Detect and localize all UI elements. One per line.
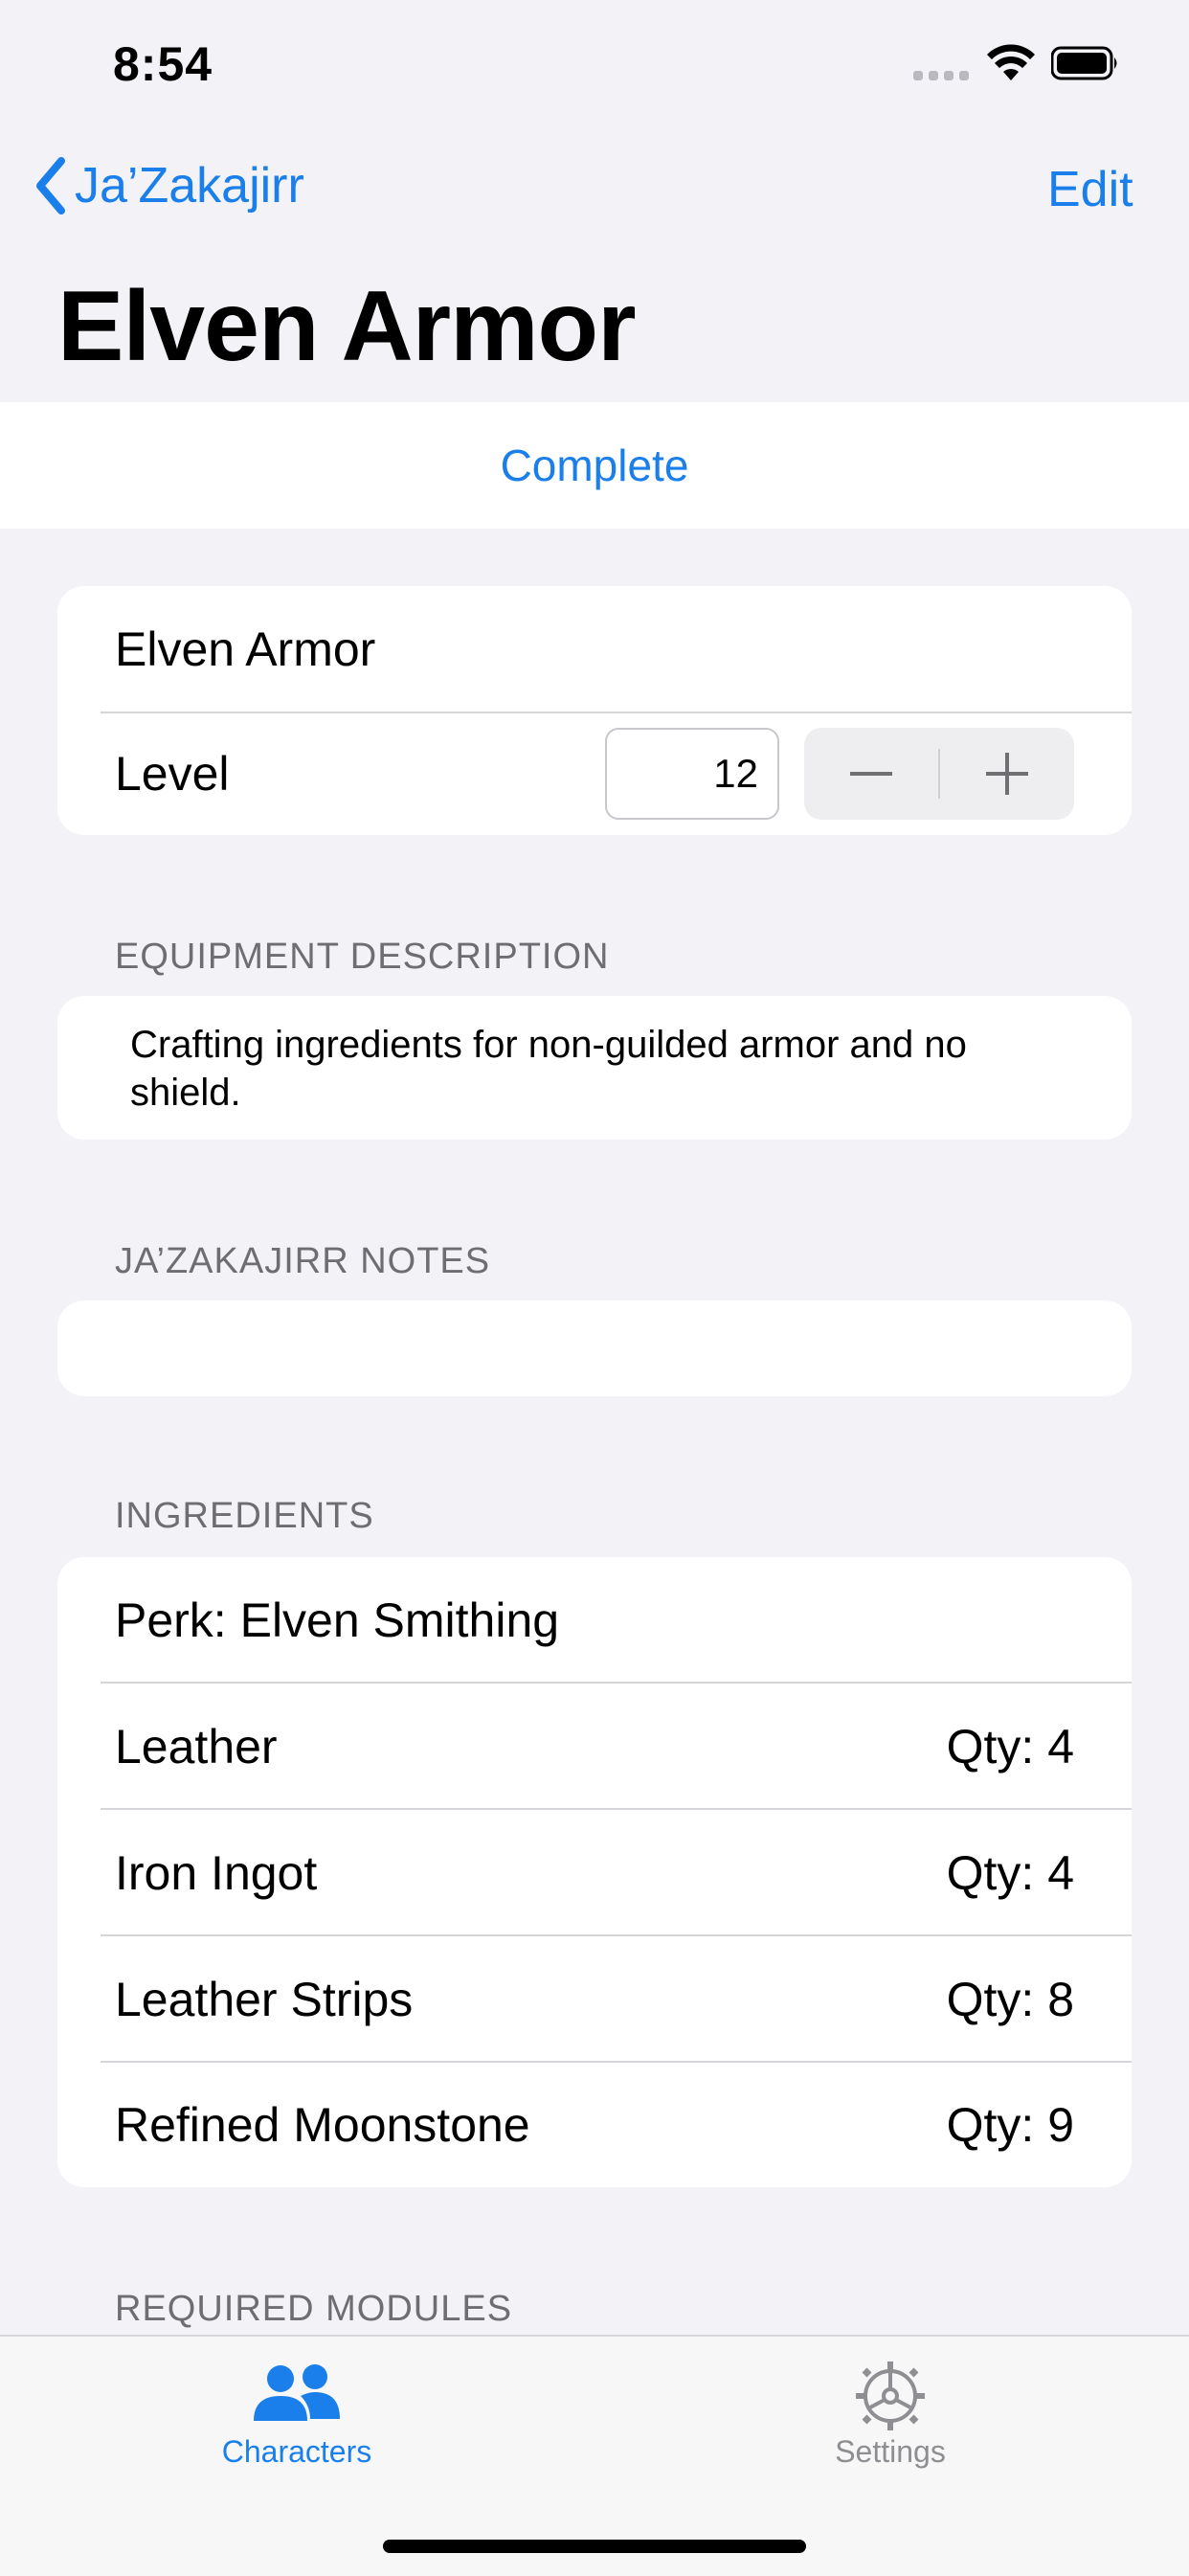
perk-row: Perk: Elven Smithing [115,1557,1132,1683]
complete-button-label: Complete [500,441,689,490]
wifi-icon [987,44,1035,80]
back-button[interactable]: Ja’Zakajirr [34,157,304,215]
tab-label: Settings [835,2434,946,2469]
list-item: Refined Moonstone Qty: 9 [115,2063,1132,2187]
ingredient-name: Leather Strips [115,1973,414,2026]
description-text: Crafting ingredients for non-guilded arm… [130,1024,967,1114]
ingredient-qty: Qty: 9 [946,2098,1074,2152]
notes-section-header: JA’ZAKAJIRR NOTES [115,1241,491,1281]
tab-settings[interactable]: Settings [699,2337,1082,2470]
description-card[interactable]: Crafting ingredients for non-guilded arm… [57,996,1132,1140]
home-indicator [383,2540,806,2553]
people-icon [254,2364,340,2421]
chevron-left-icon [36,157,65,215]
back-button-label: Ja’Zakajirr [75,158,304,214]
decrement-button[interactable] [804,728,938,820]
status-time: 8:54 [113,37,213,91]
cellular-signal-icon [913,71,971,82]
level-value: 12 [713,751,758,796]
perk-label: Perk: Elven Smithing [115,1593,560,1647]
complete-button[interactable]: Complete [0,402,1189,529]
ingredient-qty: Qty: 4 [946,1720,1074,1774]
level-input[interactable]: 12 [605,728,779,820]
page-title: Elven Armor [57,271,637,382]
item-name: Elven Armor [115,622,376,676]
ingredient-qty: Qty: 4 [946,1846,1074,1900]
ingredients-card: Perk: Elven Smithing Leather Qty: 4 Iron… [57,1557,1132,2187]
notes-field[interactable] [57,1300,1132,1396]
increment-button[interactable] [940,728,1074,820]
tab-label: Characters [221,2434,372,2469]
edit-button[interactable]: Edit [1047,161,1133,218]
battery-icon [1051,46,1117,80]
ingredients-section-header: INGREDIENTS [115,1496,374,1536]
description-section-header: EQUIPMENT DESCRIPTION [115,937,610,977]
gear-icon [856,2361,925,2430]
item-name-row[interactable]: Elven Armor [115,586,1132,712]
tab-characters[interactable]: Characters [105,2337,488,2470]
ingredient-name: Leather [115,1720,278,1774]
item-card: Elven Armor Level 12 [57,586,1132,835]
plus-icon [986,753,1028,795]
ingredient-qty: Qty: 8 [946,1973,1074,2026]
list-item: Leather Qty: 4 [115,1683,1132,1810]
list-item: Iron Ingot Qty: 4 [115,1810,1132,1936]
ingredient-name: Refined Moonstone [115,2098,530,2152]
level-stepper[interactable] [804,728,1074,820]
ingredient-name: Iron Ingot [115,1846,318,1900]
list-item: Leather Strips Qty: 8 [115,1936,1132,2063]
minus-icon [850,772,892,776]
modules-section-header: REQUIRED MODULES [115,2289,513,2329]
